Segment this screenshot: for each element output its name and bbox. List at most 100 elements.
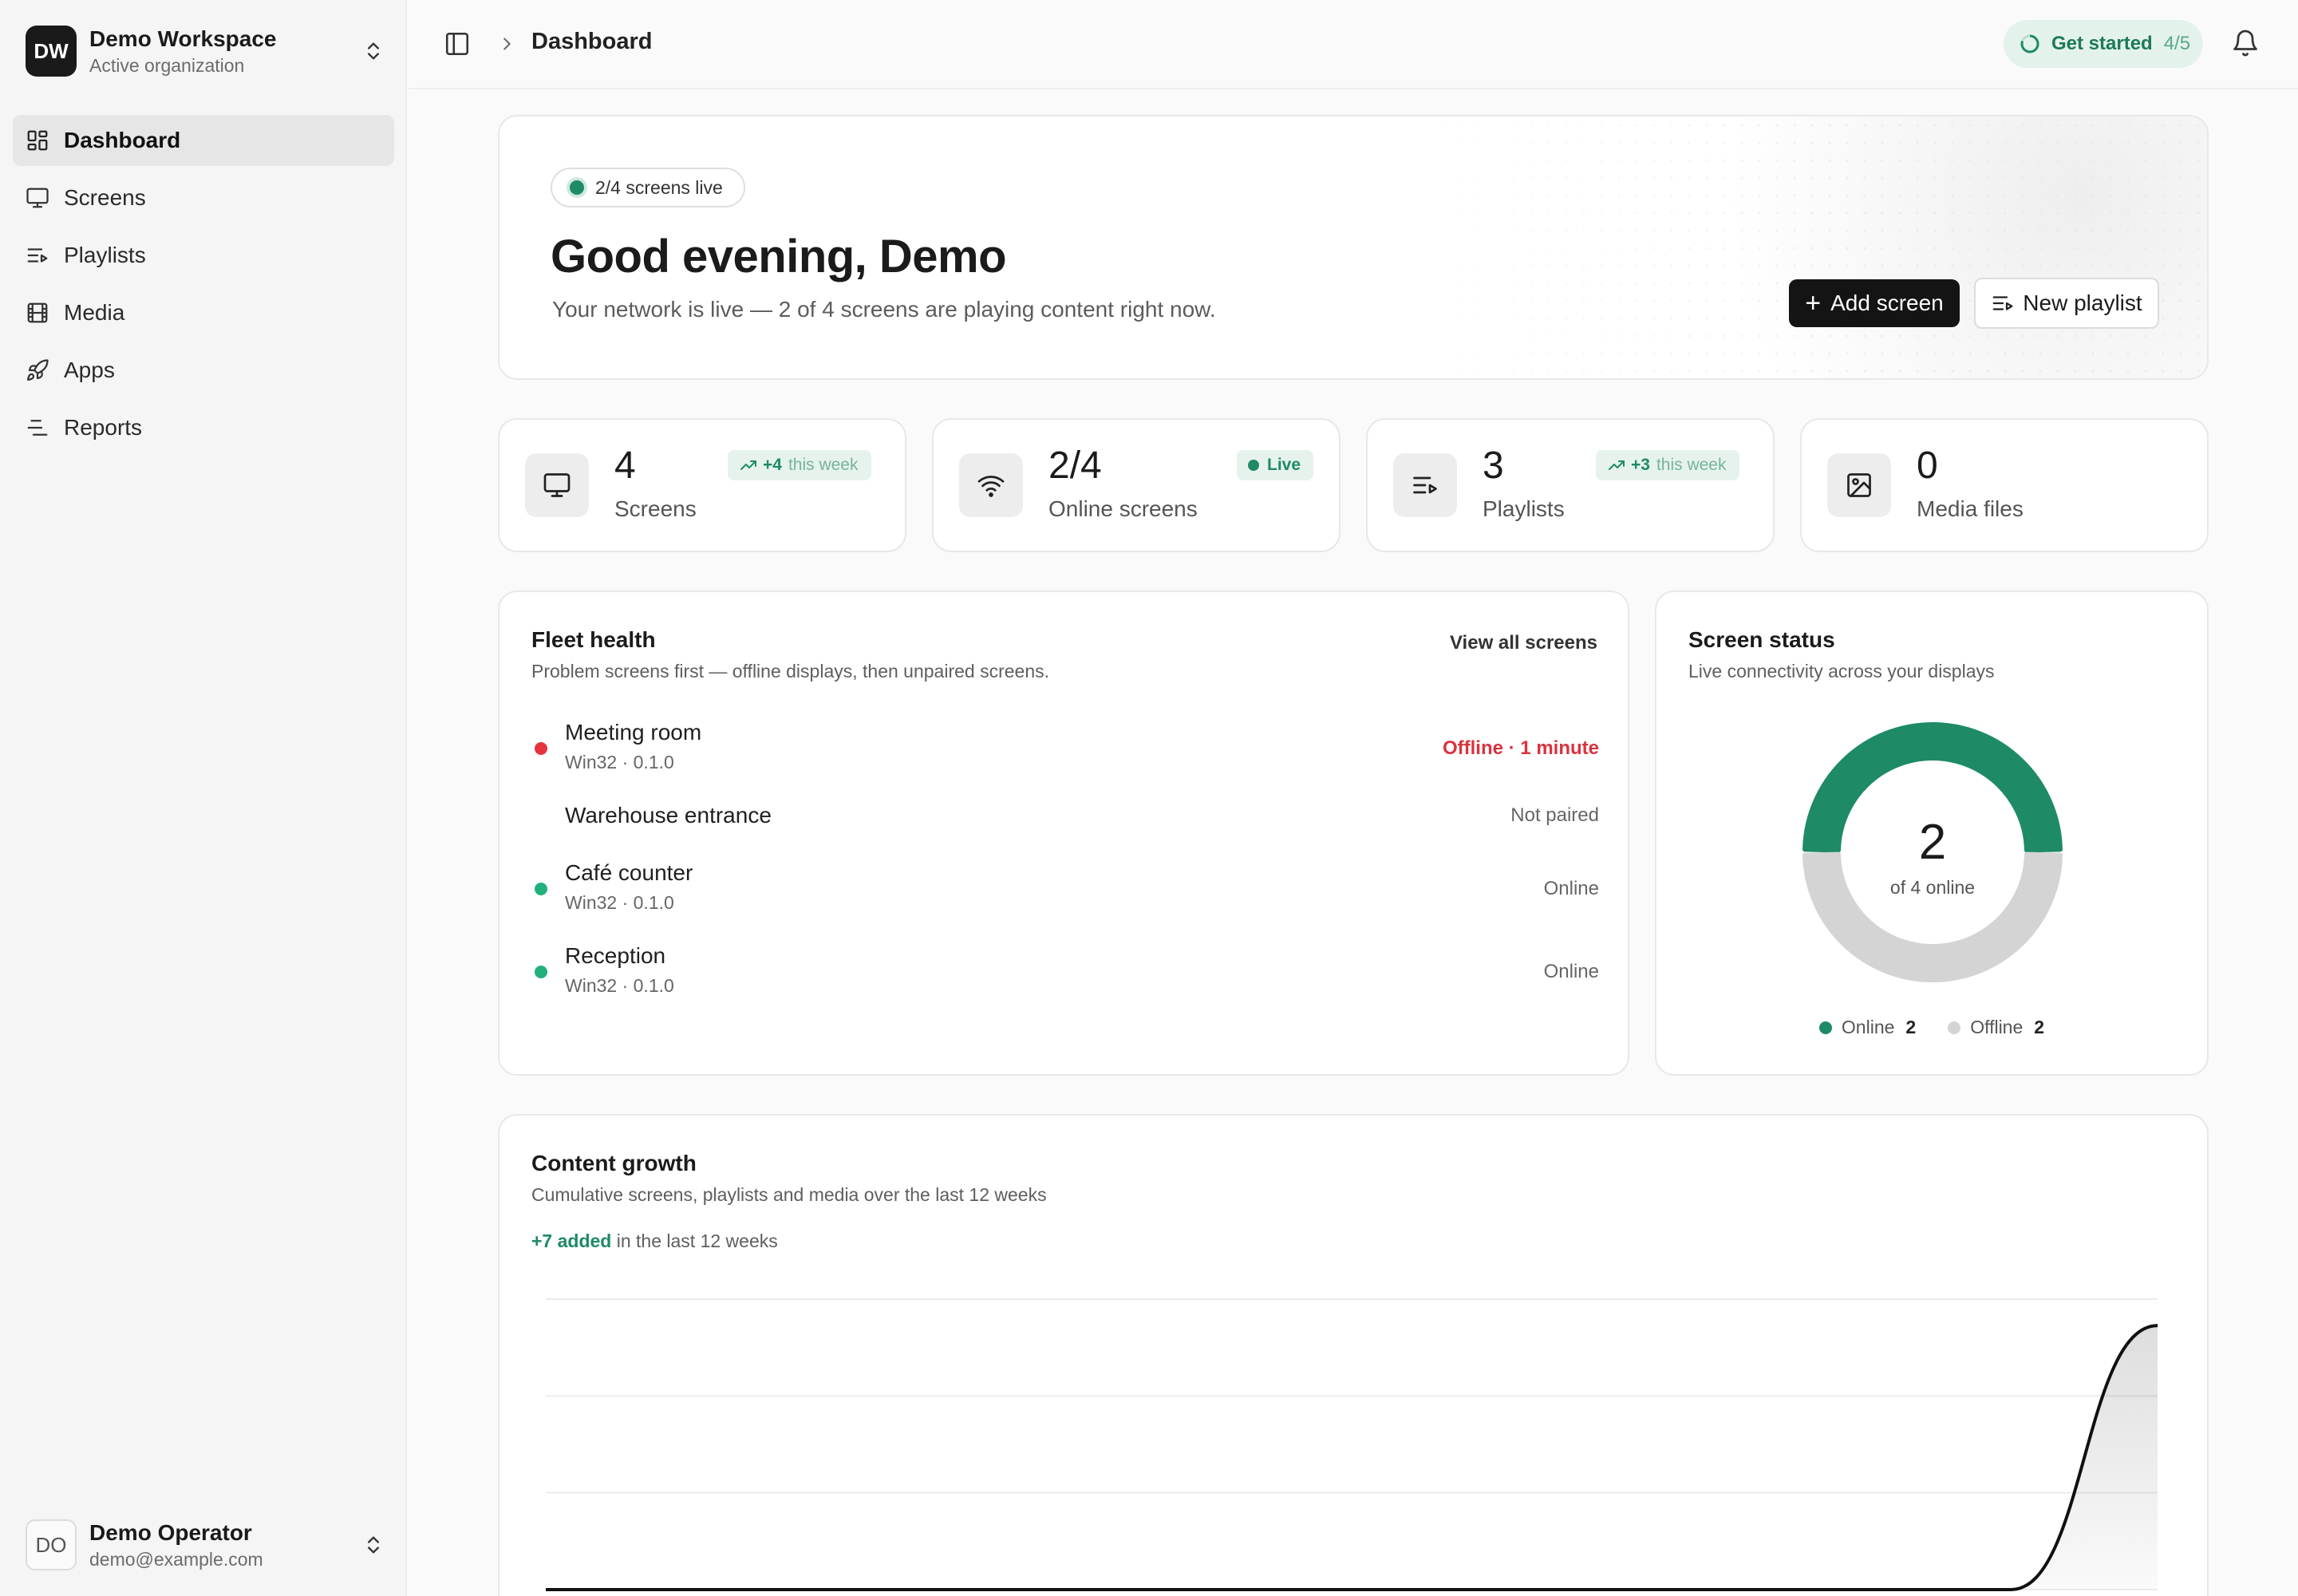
user-menu[interactable]: DO Demo Operator demo@example.com [26,1516,385,1574]
avatar: DO [26,1519,77,1570]
screen-meta: Win32 · 0.1.0 [565,975,674,996]
stat-value: 0 [1917,444,1938,487]
rocket-icon [27,359,49,381]
trend-value: +4 [763,456,782,474]
sidebar-nav: Dashboard Screens Playlists Media Apps R… [13,115,394,460]
workspace-subtitle: Active organization [89,55,245,76]
grid-icon [27,130,48,151]
user-name: Demo Operator [89,1520,252,1545]
welcome-card: 2/4 screens live Good evening, Demo Your… [498,115,2209,380]
stat-value: 3 [1483,444,1504,487]
top-bar: Dashboard Get started 4/5 [409,0,2298,89]
content-growth-card: Content growth Cumulative screens, playl… [498,1114,2209,1596]
get-started-progress: 4/5 [2163,33,2191,54]
screen-meta: Win32 · 0.1.0 [565,892,674,913]
trend-suffix: this week [1656,456,1727,474]
sidebar-item-media[interactable]: Media [13,287,394,338]
user-email: demo@example.com [89,1549,263,1570]
live-badge: Live [1237,450,1314,480]
get-started-label: Get started [2051,33,2153,54]
card-subtitle: Live connectivity across your displays [1688,661,1995,681]
reports-icon [27,420,48,436]
stat-card-screens[interactable]: 4 Screens +4 this week [498,418,906,552]
progress-ring-icon [2020,34,2039,53]
add-screen-button[interactable]: + Add screen [1789,279,1960,327]
legend-value: 2 [1905,1017,1917,1037]
growth-area [546,1325,2158,1590]
content-growth-chart [545,1298,2158,1591]
live-badge-text: Live [1267,456,1301,474]
trend-value: +3 [1631,456,1650,474]
screen-status: Online [1543,961,1599,982]
sidebar-item-label: Playlists [64,243,146,267]
stat-card-media-files[interactable]: 0 Media files [1800,418,2209,552]
donut-center-value: 2 [1919,815,1946,870]
live-dot-icon [570,180,584,195]
stat-card-playlists[interactable]: 3 Playlists +3 this week [1366,418,1775,552]
fleet-row[interactable]: Meeting room Win32 · 0.1.0 Offline · 1 m… [531,720,1599,784]
legend-swatch [1818,1021,1832,1034]
fleet-row[interactable]: Warehouse entrance Not paired [531,803,1599,867]
screen-status: Online [1543,878,1599,899]
live-status-text: 2/4 screens live [595,176,723,198]
view-all-screens-link[interactable]: View all screens [1450,632,1597,654]
trending-up-icon [1609,460,1625,470]
sidebar-item-label: Dashboard [64,128,181,152]
image-icon [1847,473,1871,497]
film-icon [27,302,48,323]
trending-up-icon [740,460,756,470]
new-playlist-label: New playlist [2023,290,2142,315]
sidebar-item-label: Screens [64,185,146,210]
wifi-icon [977,476,1005,497]
sidebar-toggle-icon[interactable] [444,30,471,57]
bell-icon[interactable] [2231,29,2260,57]
monitor-icon [26,188,49,208]
workspace-logo: DW [26,26,77,77]
growth-line [545,1324,2158,1591]
sidebar-item-reports[interactable]: Reports [13,402,394,453]
stat-label: Playlists [1483,496,1565,521]
sidebar-item-apps[interactable]: Apps [13,345,394,396]
legend-item-online: Online 2 [1818,1017,1917,1038]
sidebar-item-dashboard[interactable]: Dashboard [13,115,394,166]
workspace-switcher[interactable]: DW Demo Workspace Active organization [26,22,385,80]
sidebar-item-screens[interactable]: Screens [13,172,394,223]
fleet-row[interactable]: Café counter Win32 · 0.1.0 Online [531,860,1599,924]
live-status-pill: 2/4 screens live [551,168,745,207]
hero-subtitle: Your network is live — 2 of 4 screens ar… [552,297,1216,322]
hero-dot-pattern [1329,117,2207,378]
chevrons-up-down-icon [368,1536,379,1554]
fleet-row[interactable]: Reception Win32 · 0.1.0 Online [531,943,1599,1007]
legend-value: 2 [2034,1017,2045,1037]
screen-status-card: Screen status Live connectivity across y… [1655,591,2209,1076]
stat-label: Online screens [1048,496,1198,521]
stat-label: Screens [614,496,697,521]
screen-name: Warehouse entrance [565,803,772,828]
screen-name: Meeting room [565,720,702,745]
growth-summary: +7 added in the last 12 weeks [531,1231,778,1252]
plus-icon: + [1805,287,1822,318]
screen-status: Not paired [1510,804,1599,826]
stat-card-online-screens[interactable]: 2/4 Online screens Live [932,418,1340,552]
screen-status: Offline · 1 minute [1442,737,1599,759]
get-started-button[interactable]: Get started 4/5 [2004,20,2203,68]
donut-slice-offline [1802,851,2063,983]
chevrons-up-down-icon [368,42,379,60]
list-play-icon [1413,476,1437,494]
card-subtitle: Cumulative screens, playlists and media … [531,1184,1047,1205]
new-playlist-button[interactable]: New playlist [1974,278,2159,329]
sidebar-item-playlists[interactable]: Playlists [13,230,394,281]
card-title: Content growth [531,1151,697,1175]
status-dot-icon [535,883,547,895]
list-play-icon [1992,296,2013,310]
status-dot-icon [535,966,547,978]
add-screen-label: Add screen [1830,290,1944,315]
monitor-icon [543,473,571,497]
legend-label: Online [1841,1017,1895,1037]
workspace-name: Demo Workspace [89,26,277,51]
growth-added-suffix: in the last 12 weeks [616,1231,778,1251]
screen-name: Café counter [565,860,693,885]
sidebar: DW Demo Workspace Active organization Da… [0,0,407,1596]
card-title: Screen status [1688,627,1835,652]
sidebar-item-label: Reports [64,415,143,440]
